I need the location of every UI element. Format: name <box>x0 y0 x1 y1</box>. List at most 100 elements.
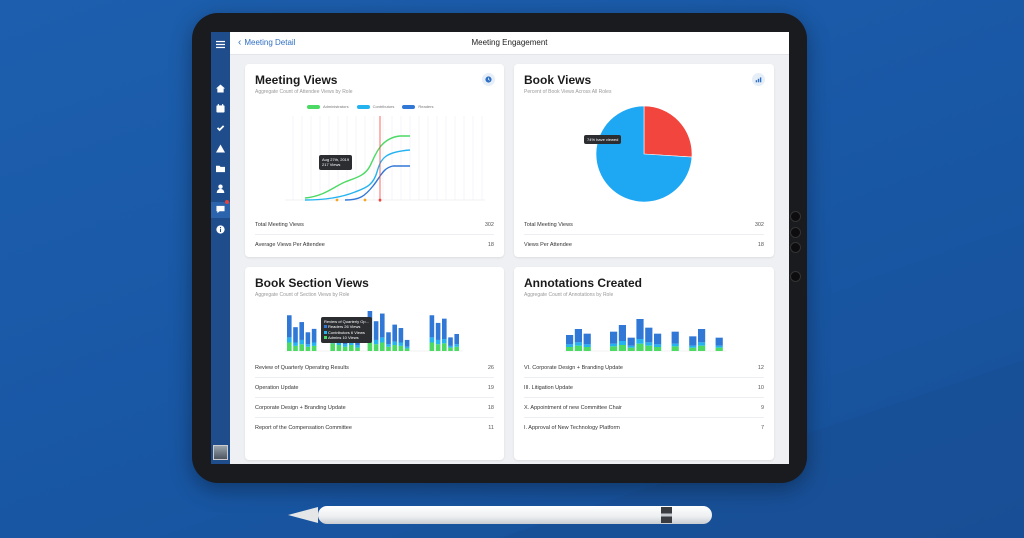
bar-segment-contributors[interactable] <box>398 342 404 346</box>
bar-segment-readers[interactable] <box>287 315 292 338</box>
bar-segment-readers[interactable] <box>429 315 435 338</box>
bar-segment-contributors[interactable] <box>448 345 453 348</box>
bar-segment-contributors[interactable] <box>583 344 591 347</box>
chat-icon[interactable] <box>215 204 226 215</box>
info-icon[interactable] <box>215 224 226 235</box>
bar-segment-readers[interactable] <box>373 321 379 340</box>
bar-segment-admins[interactable] <box>330 343 335 351</box>
bar-segment-readers[interactable] <box>305 332 311 345</box>
bar-segment-readers[interactable] <box>293 327 298 343</box>
bar-segment-readers[interactable] <box>636 319 644 339</box>
home-icon[interactable] <box>215 83 226 94</box>
bar-segment-readers[interactable] <box>311 328 317 343</box>
bar-segment-admins[interactable] <box>574 345 582 351</box>
bar-segment-admins[interactable] <box>645 345 653 351</box>
list-item[interactable]: X. Appointment of new Committee Chair 9 <box>524 398 764 418</box>
menu-icon[interactable] <box>215 39 226 50</box>
bar-segment-contributors[interactable] <box>293 342 298 346</box>
bar-segment-readers[interactable] <box>454 333 459 345</box>
bar-segment-contributors[interactable] <box>287 337 292 343</box>
bar-segment-contributors[interactable] <box>305 344 311 347</box>
list-item[interactable]: VI. Corporate Design + Branding Update 12 <box>524 358 764 378</box>
bar-segment-readers[interactable] <box>299 322 304 340</box>
bar-segment-contributors[interactable] <box>618 341 626 345</box>
bar-segment-contributors[interactable] <box>380 337 385 343</box>
bar-segment-readers[interactable] <box>698 329 706 343</box>
bar-segment-contributors[interactable] <box>636 339 644 344</box>
bar-segment-admins[interactable] <box>618 345 626 351</box>
bar-segment-admins[interactable] <box>392 345 397 351</box>
bar-segment-contributors[interactable] <box>429 337 435 343</box>
bar-segment-admins[interactable] <box>404 348 410 351</box>
bar-segment-admins[interactable] <box>627 347 635 351</box>
list-item[interactable]: Corporate Design + Branding Update 18 <box>255 398 494 418</box>
list-item[interactable]: Review of Quarterly Operating Results 26 <box>255 358 494 378</box>
bar-segment-contributors[interactable] <box>689 345 697 348</box>
bar-segment-admins[interactable] <box>367 341 373 351</box>
bar-segment-admins[interactable] <box>698 345 706 351</box>
list-item[interactable]: Operation Update 19 <box>255 378 494 398</box>
bar-segment-admins[interactable] <box>689 347 697 351</box>
bar-segment-contributors[interactable] <box>610 343 618 347</box>
bar-segment-readers[interactable] <box>386 332 391 345</box>
bar-segment-admins[interactable] <box>566 347 574 351</box>
bar-segment-admins[interactable] <box>654 347 662 351</box>
bar-segment-contributors[interactable] <box>392 341 397 346</box>
bar-segment-readers[interactable] <box>654 333 662 345</box>
bar-segment-contributors[interactable] <box>715 345 723 348</box>
bar-segment-readers[interactable] <box>715 337 723 346</box>
bar-segment-readers[interactable] <box>566 335 574 345</box>
bar-segment-admins[interactable] <box>671 346 679 351</box>
bar-segment-contributors[interactable] <box>311 342 317 346</box>
bar-segment-readers[interactable] <box>689 336 697 346</box>
bar-segment-contributors[interactable] <box>654 344 662 347</box>
bar-segment-admins[interactable] <box>305 346 311 351</box>
bar-segment-readers[interactable] <box>627 337 635 346</box>
bar-segment-contributors[interactable] <box>386 344 391 347</box>
bar-segment-admins[interactable] <box>448 347 453 351</box>
bar-segment-readers[interactable] <box>448 337 453 346</box>
bar-segment-readers[interactable] <box>404 339 410 347</box>
bar-segment-admins[interactable] <box>293 345 298 351</box>
bar-segment-admins[interactable] <box>299 344 304 351</box>
bar-segment-admins[interactable] <box>342 346 348 351</box>
bar-segment-contributors[interactable] <box>299 339 304 345</box>
bar-segment-admins[interactable] <box>442 343 447 351</box>
bar-segment-admins[interactable] <box>398 345 404 351</box>
bar-segment-admins[interactable] <box>610 346 618 351</box>
clock-icon[interactable] <box>482 73 495 86</box>
bar-segment-admins[interactable] <box>636 343 644 351</box>
bar-segment-readers[interactable] <box>435 322 441 340</box>
check-icon[interactable] <box>215 123 226 134</box>
bar-segment-readers[interactable] <box>583 333 591 345</box>
bar-segment-readers[interactable] <box>442 318 447 340</box>
bar-segment-contributors[interactable] <box>342 344 348 347</box>
bar-segment-readers[interactable] <box>574 329 582 343</box>
bar-segment-admins[interactable] <box>311 345 317 351</box>
bar-segment-contributors[interactable] <box>627 345 635 348</box>
bar-segment-admins[interactable] <box>429 342 435 351</box>
bar-segment-admins[interactable] <box>287 342 292 351</box>
bar-segment-contributors[interactable] <box>404 346 410 349</box>
bar-segment-readers[interactable] <box>392 324 397 342</box>
bar-segment-admins[interactable] <box>373 344 379 351</box>
bar-segment-admins[interactable] <box>336 345 342 351</box>
bar-chart-icon[interactable] <box>752 73 765 86</box>
bar-segment-admins[interactable] <box>380 342 385 351</box>
bar-segment-contributors[interactable] <box>373 339 379 345</box>
bar-segment-contributors[interactable] <box>698 342 706 346</box>
list-item[interactable]: Report of the Compensation Committee 11 <box>255 418 494 437</box>
bar-segment-contributors[interactable] <box>355 345 360 348</box>
bar-segment-admins[interactable] <box>715 347 723 351</box>
bar-segment-contributors[interactable] <box>454 344 459 347</box>
bar-segment-admins[interactable] <box>349 345 354 351</box>
list-item[interactable]: III. Litigation Update 10 <box>524 378 764 398</box>
bar-segment-readers[interactable] <box>671 331 679 344</box>
bar-segment-readers[interactable] <box>380 313 385 338</box>
folder-icon[interactable] <box>215 163 226 174</box>
bar-segment-admins[interactable] <box>355 347 360 351</box>
bar-segment-contributors[interactable] <box>574 342 582 346</box>
bar-segment-contributors[interactable] <box>671 343 679 347</box>
bar-segment-admins[interactable] <box>583 347 591 351</box>
bar-segment-admins[interactable] <box>386 346 391 351</box>
